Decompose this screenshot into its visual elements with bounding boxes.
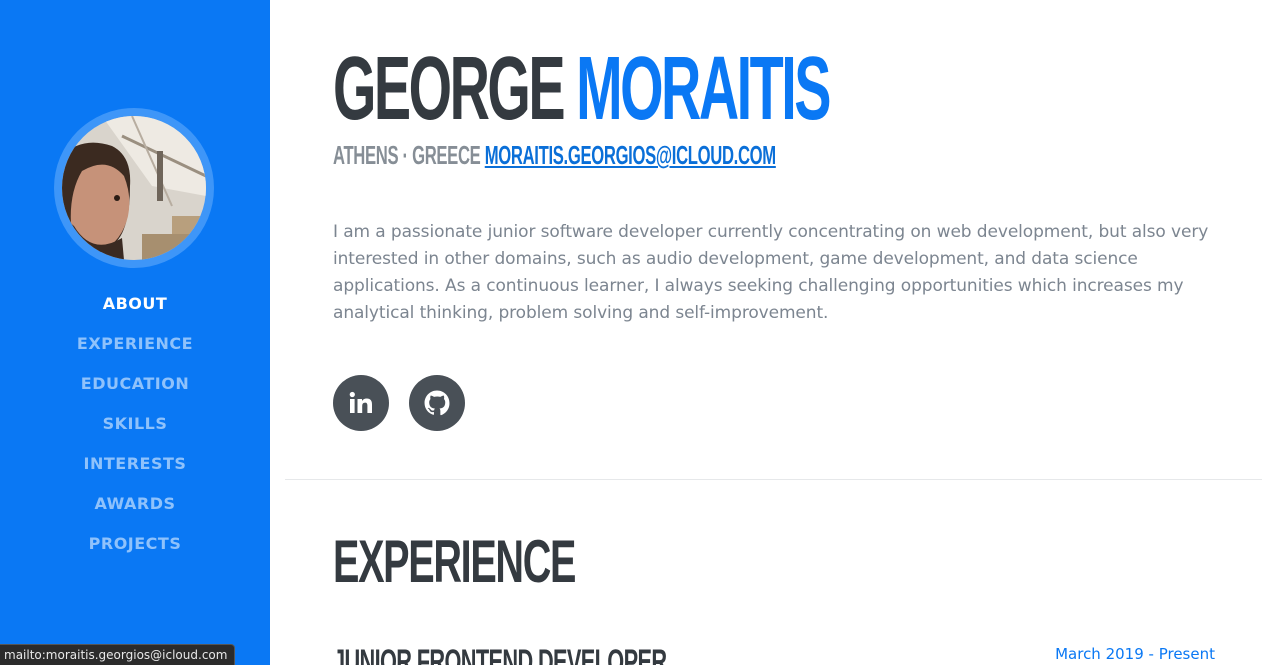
nav-item-about[interactable]: About bbox=[0, 284, 270, 324]
nav-item-skills[interactable]: Skills bbox=[0, 404, 270, 444]
link-status-bar: mailto:moraitis.georgios@icloud.com bbox=[0, 644, 236, 665]
email-link[interactable]: MORAITIS.GEORGIOS@ICLOUD.COM bbox=[485, 140, 776, 170]
job-date: March 2019 - Present bbox=[1055, 645, 1215, 663]
nav-item-experience[interactable]: Experience bbox=[0, 324, 270, 364]
location-text: ATHENS · GREECE bbox=[333, 140, 481, 170]
sidebar-nav: About Experience Education Skills Intere… bbox=[0, 284, 270, 564]
page-title: GEORGE MORAITIS bbox=[333, 44, 832, 134]
job-title: JUNIOR FRONTEND DEVELOPER bbox=[333, 643, 667, 665]
linkedin-icon bbox=[349, 391, 372, 413]
contact-subheading: ATHENS · GREECE MORAITIS.GEORGIOS@ICLOUD… bbox=[333, 140, 776, 171]
nav-item-education[interactable]: Education bbox=[0, 364, 270, 404]
sidebar: About Experience Education Skills Intere… bbox=[0, 0, 270, 665]
first-name: GEORGE bbox=[333, 39, 566, 139]
avatar-ring bbox=[54, 108, 214, 268]
section-divider bbox=[285, 479, 1262, 480]
github-icon bbox=[424, 390, 450, 416]
nav-item-awards[interactable]: Awards bbox=[0, 484, 270, 524]
avatar bbox=[62, 116, 206, 260]
nav-item-projects[interactable]: Projects bbox=[0, 524, 270, 564]
experience-heading: EXPERIENCE bbox=[333, 528, 576, 595]
nav-item-interests[interactable]: Interests bbox=[0, 444, 270, 484]
last-name: MORAITIS bbox=[576, 39, 831, 139]
social-icons bbox=[333, 375, 465, 431]
github-button[interactable] bbox=[409, 375, 465, 431]
about-text: I am a passionate junior software develo… bbox=[333, 222, 1209, 323]
linkedin-button[interactable] bbox=[333, 375, 389, 431]
main-content: GEORGE MORAITIS ATHENS · GREECE MORAITIS… bbox=[270, 0, 1277, 665]
